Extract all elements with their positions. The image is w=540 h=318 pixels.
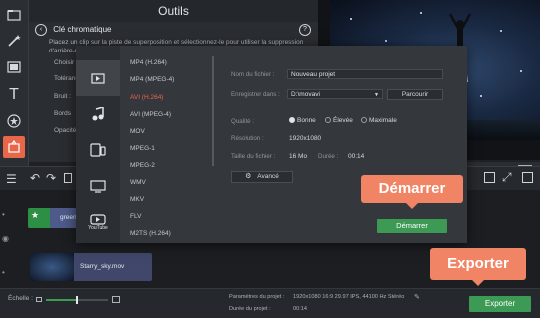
file-name-label: Nom du fichier : xyxy=(231,71,275,78)
list-icon[interactable]: ☰ xyxy=(6,172,17,186)
format-item[interactable]: MP4 (MPEG-4) xyxy=(130,76,174,83)
format-item[interactable]: MPEG-1 xyxy=(130,145,155,152)
chroma-key-title: Clé chromatique xyxy=(53,25,112,35)
export-frame-icon[interactable] xyxy=(484,172,495,183)
zoom-out-icon[interactable] xyxy=(36,297,42,302)
filmstrip-icon[interactable] xyxy=(3,56,25,78)
format-list-scrollbar[interactable] xyxy=(212,56,214,166)
sticker-star-icon[interactable] xyxy=(3,110,25,132)
advanced-button[interactable]: ⚙ Avancé xyxy=(231,171,293,183)
quality-label: Qualité : xyxy=(231,118,255,125)
resolution-label: Résolution : xyxy=(231,135,264,142)
radio-icon xyxy=(289,117,295,124)
star-icon: ★ xyxy=(31,210,40,220)
zoom-in-icon[interactable] xyxy=(112,296,120,303)
start-button[interactable]: Démarrer xyxy=(377,219,447,233)
project-params-value: 1920x1080 16:9 29.97 IPS, 44100 Hz Stéré… xyxy=(293,294,405,300)
back-arrow-icon[interactable]: ‹ xyxy=(35,24,47,36)
format-item[interactable]: MPEG-2 xyxy=(130,162,155,169)
zoom-slider[interactable] xyxy=(46,296,108,304)
zoom-slider-handle[interactable] xyxy=(76,296,78,304)
resolution-value: 1920x1080 xyxy=(289,135,322,142)
overlay-clip[interactable]: ★ green xyxy=(28,208,78,228)
file-size-value: 16 Mo xyxy=(289,153,308,160)
lock-icon[interactable]: • xyxy=(2,210,5,219)
volume-icon[interactable] xyxy=(522,172,533,183)
tools-panel-title: Outils xyxy=(29,0,318,22)
format-item[interactable]: FLV xyxy=(130,213,141,220)
youtube-icon[interactable]: YouTube xyxy=(76,204,120,240)
radio-icon xyxy=(325,117,331,124)
help-icon[interactable]: ? xyxy=(299,24,311,36)
radio-icon xyxy=(361,117,367,124)
format-item[interactable]: MOV xyxy=(130,128,145,135)
tv-icon[interactable] xyxy=(76,168,120,204)
format-item[interactable]: AVI (MPEG-4) xyxy=(130,111,171,118)
titles-icon[interactable]: T xyxy=(3,84,25,106)
overlay-clip-thumb: ★ xyxy=(28,208,50,228)
save-in-value: D:\movavi xyxy=(291,91,320,98)
format-item[interactable]: WMV xyxy=(130,179,146,186)
chevron-down-icon: ▼ xyxy=(374,92,379,98)
browse-button[interactable]: Parcourir xyxy=(387,89,443,100)
more-tools-icon[interactable] xyxy=(3,136,25,158)
format-item[interactable]: MP4 (H.264) xyxy=(130,59,167,66)
export-settings: Nom du fichier : Nouveau projet Enregist… xyxy=(221,46,467,243)
tablet-icon[interactable] xyxy=(76,132,120,168)
file-name-input[interactable]: Nouveau projet xyxy=(287,69,443,79)
file-size-label: Taille du fichier : xyxy=(231,153,276,160)
opacity-label: Opacité xyxy=(54,127,77,134)
format-item-selected[interactable]: AVI (H.264) xyxy=(130,94,163,101)
format-item[interactable]: M2TS (H.264) xyxy=(130,230,171,237)
video-clip[interactable]: Starry_sky.mov xyxy=(30,253,152,281)
project-duration-value: 00:14 xyxy=(293,306,307,312)
magic-wand-icon[interactable] xyxy=(3,30,25,52)
choose-label: Choisir xyxy=(54,59,75,66)
trash-icon[interactable] xyxy=(64,173,72,183)
project-params-label: Paramètres du projet : xyxy=(229,294,285,300)
start-callout: Démarrer xyxy=(361,175,463,209)
chroma-key-header: ‹ Clé chromatique ? xyxy=(35,24,311,38)
eye-icon[interactable]: ◉ xyxy=(2,234,9,243)
status-bar: Échelle : Paramètres du projet : 1920x10… xyxy=(0,288,540,318)
video-clip-label: Starry_sky.mov xyxy=(80,263,125,270)
export-button[interactable]: Exporter xyxy=(469,296,531,312)
quality-option-high[interactable]: Élevée xyxy=(325,117,353,124)
music-note-icon[interactable] xyxy=(76,96,120,132)
project-duration-label: Durée du projet : xyxy=(229,306,271,312)
left-toolbar: T xyxy=(0,0,29,190)
format-item[interactable]: MKV xyxy=(130,196,144,203)
format-list: MP4 (H.264) MP4 (MPEG-4) AVI (H.264) AVI… xyxy=(120,46,212,243)
noise-label: Bruit : xyxy=(54,93,71,100)
undo-icon[interactable]: ↶ xyxy=(30,171,40,185)
save-in-label: Enregistrer dans : xyxy=(231,91,280,98)
gear-icon: ⚙ xyxy=(245,173,252,180)
export-dialog: YouTube MP4 (H.264) MP4 (MPEG-4) AVI (H.… xyxy=(76,46,467,243)
quality-option-good[interactable]: Bonne xyxy=(289,117,316,124)
overlay-clip-label: green xyxy=(60,214,77,221)
track-lock-icon[interactable]: • xyxy=(2,268,5,277)
youtube-label: YouTube xyxy=(88,224,108,231)
export-callout: Exporter xyxy=(430,248,526,286)
edit-pencil-icon[interactable]: ✎ xyxy=(414,293,420,301)
redo-icon[interactable]: ↷ xyxy=(46,171,56,185)
duration-label: Durée : xyxy=(318,153,339,160)
edges-label: Bords xyxy=(54,110,71,117)
quality-option-max[interactable]: Maximale xyxy=(361,117,397,124)
video-clip-thumb xyxy=(30,253,74,281)
export-category-sidebar: YouTube xyxy=(76,46,120,243)
zoom-slider-fill xyxy=(46,299,77,301)
expand-icon[interactable]: ⤢ xyxy=(502,170,512,185)
video-file-icon[interactable] xyxy=(76,60,120,96)
import-icon[interactable] xyxy=(3,4,25,26)
save-in-select[interactable]: D:\movavi ▼ xyxy=(287,89,383,99)
zoom-label: Échelle : xyxy=(8,295,33,302)
duration-value: 00:14 xyxy=(348,153,365,160)
